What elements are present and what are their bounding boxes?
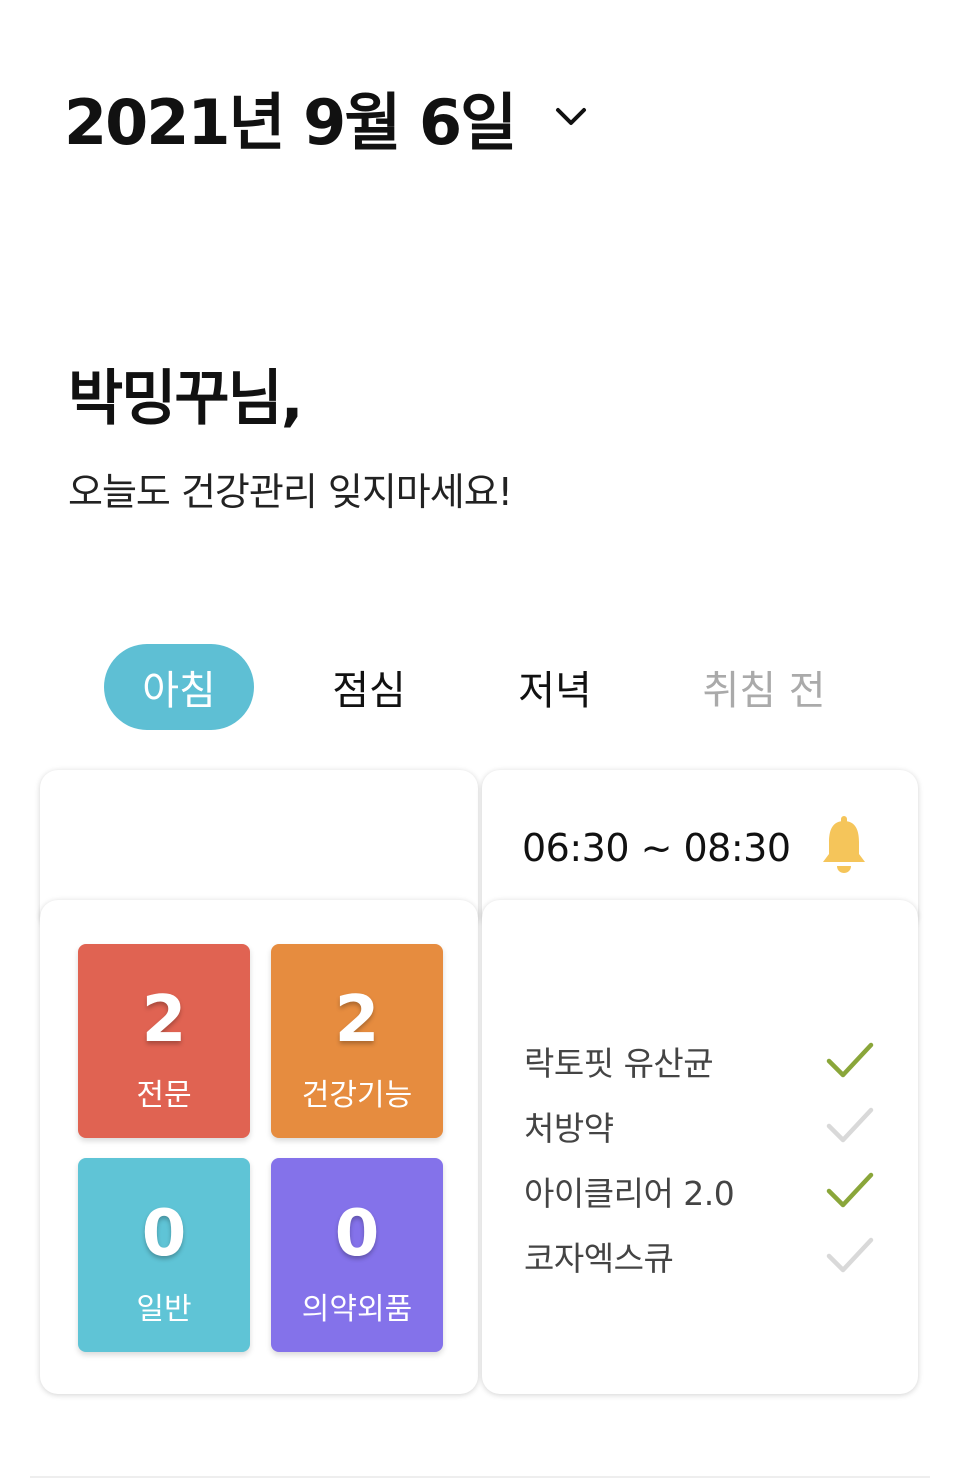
- medication-item[interactable]: 코자엑스큐: [524, 1223, 874, 1288]
- bell-icon[interactable]: [820, 816, 868, 874]
- category-tile-prescription[interactable]: 2 전문: [78, 944, 250, 1138]
- time-range: 06:30 ~ 08:30: [522, 826, 791, 870]
- check-icon[interactable]: [826, 1171, 874, 1211]
- tab-bedtime[interactable]: 취침 전: [684, 644, 844, 730]
- check-icon[interactable]: [826, 1106, 874, 1146]
- category-count: 0: [141, 1197, 187, 1271]
- bottom-divider: [30, 1476, 930, 1478]
- greeting-section: 박밍꾸님, 오늘도 건강관리 잊지마세요!: [68, 350, 513, 516]
- medication-name: 락토핏 유산균: [524, 1043, 714, 1083]
- greeting-message: 오늘도 건강관리 잊지마세요!: [68, 470, 513, 514]
- category-tile-quasi-drug[interactable]: 0 의약외품: [271, 1158, 443, 1352]
- category-label: 일반: [136, 1292, 192, 1327]
- tab-lunch[interactable]: 점심: [294, 644, 444, 730]
- tab-dinner[interactable]: 저녁: [480, 644, 630, 730]
- medication-item[interactable]: 락토핏 유산균: [524, 1028, 874, 1093]
- category-label: 전문: [136, 1078, 192, 1113]
- category-count: 2: [334, 983, 380, 1057]
- medication-name: 코자엑스큐: [524, 1238, 674, 1278]
- tab-morning[interactable]: 아침: [104, 644, 254, 730]
- medication-item[interactable]: 아이클리어 2.0: [524, 1158, 874, 1223]
- medication-list: 락토핏 유산균 처방약 아이클리어 2.0 코자엑스큐: [524, 1028, 874, 1288]
- date-title: 2021년 9월 6일: [64, 86, 517, 159]
- category-count: 0: [334, 1197, 380, 1271]
- category-tile-general[interactable]: 0 일반: [78, 1158, 250, 1352]
- check-icon[interactable]: [826, 1041, 874, 1081]
- chevron-down-icon[interactable]: [553, 99, 589, 135]
- medication-item[interactable]: 처방약: [524, 1093, 874, 1158]
- category-tile-health-functional[interactable]: 2 건강기능: [271, 944, 443, 1138]
- medication-name: 아이클리어 2.0: [524, 1173, 735, 1213]
- date-selector[interactable]: 2021년 9월 6일: [64, 72, 589, 162]
- check-icon[interactable]: [826, 1236, 874, 1276]
- category-count: 2: [141, 983, 187, 1057]
- medication-list-card: 락토핏 유산균 처방약 아이클리어 2.0 코자엑스큐: [482, 900, 918, 1394]
- medication-name: 처방약: [524, 1108, 614, 1148]
- category-label: 건강기능: [301, 1078, 413, 1113]
- time-of-day-tabs: 아침 점심 저녁 취침 전: [104, 644, 844, 730]
- category-label: 의약외품: [301, 1292, 413, 1327]
- category-summary-card: 2 전문 2 건강기능 0 일반 0 의약외품: [40, 900, 478, 1394]
- user-name: 박밍꾸님,: [68, 364, 304, 434]
